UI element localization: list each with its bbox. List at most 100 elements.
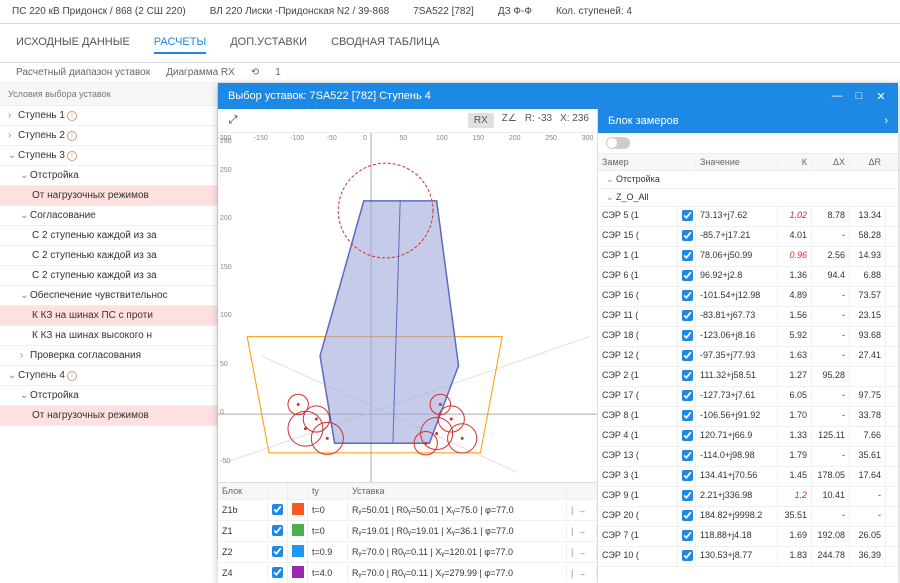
meas-value: 96.92+j2.8: [696, 267, 778, 286]
measurements-title[interactable]: Блок замеров ›: [598, 109, 898, 133]
meas-check[interactable]: [682, 450, 693, 461]
tree-item-10[interactable]: К КЗ на шинах ПС с проти: [0, 306, 217, 326]
meas-check[interactable]: [682, 290, 693, 301]
meas-value: 184.82+j9998.2: [696, 507, 778, 526]
expand-icon[interactable]: ⤢: [226, 114, 240, 128]
tree-item-11[interactable]: К КЗ на шинах высокого н: [0, 326, 217, 346]
meas-check[interactable]: [682, 390, 693, 401]
mode-rx-button[interactable]: RX: [468, 113, 494, 128]
meas-row-15: СЭР 20 (184.82+j9998.235.51--: [598, 507, 898, 527]
chevron-icon: ⌄: [20, 210, 30, 221]
meas-check[interactable]: [682, 310, 693, 321]
tree-item-7[interactable]: С 2 ступенью каждой из за: [0, 246, 217, 266]
meas-check[interactable]: [682, 430, 693, 441]
meas-check[interactable]: [682, 230, 693, 241]
diagram-rx-button[interactable]: Диаграмма RX: [166, 67, 235, 78]
rx-diagram-canvas[interactable]: -200-150-100-50050100150200250300-500501…: [218, 133, 597, 482]
meas-dr: 35.61: [850, 447, 886, 466]
meas-dx: -: [812, 307, 850, 326]
tree-item-6[interactable]: С 2 ступенью каждой из за: [0, 226, 217, 246]
zone-check[interactable]: [272, 504, 283, 515]
action-arrow-icon[interactable]: →: [577, 505, 586, 515]
chevron-icon: ›: [20, 350, 30, 361]
meas-dr: 7.66: [850, 427, 886, 446]
bc-0[interactable]: ПС 220 кВ Придонск / 868 (2 СШ 220): [8, 4, 190, 19]
tab-extra-settings[interactable]: ДОП.УСТАВКИ: [230, 32, 307, 54]
tree-item-14[interactable]: ⌄Отстройка: [0, 386, 217, 406]
sidebar-header: Условия выбора уставок: [0, 83, 217, 106]
tree-item-2[interactable]: ⌄Ступень 3!: [0, 146, 217, 166]
meas-value: -85.7+j17.21: [696, 227, 778, 246]
meas-dr: 13.34: [850, 207, 886, 226]
tree-item-0[interactable]: ›Ступень 1!: [0, 106, 217, 126]
maximize-icon[interactable]: □: [852, 89, 866, 103]
meas-check[interactable]: [682, 270, 693, 281]
zone-name: Z2: [218, 544, 268, 560]
action-arrow-icon[interactable]: →: [577, 568, 586, 578]
action-edit-icon[interactable]: |: [571, 568, 573, 578]
zoom-level: 1: [275, 67, 281, 78]
action-arrow-icon[interactable]: →: [577, 526, 586, 536]
chevron-icon: ⌄: [8, 370, 18, 381]
meas-k: 1.02: [778, 207, 812, 226]
zone-check[interactable]: [272, 546, 283, 557]
meas-check[interactable]: [682, 210, 693, 221]
main-tabs: ИСХОДНЫЕ ДАННЫЕ РАСЧЕТЫ ДОП.УСТАВКИ СВОД…: [0, 24, 900, 63]
meas-dr: 23.15: [850, 307, 886, 326]
tree-item-9[interactable]: ⌄Обеспечение чувствительнос: [0, 286, 217, 306]
calc-range-button[interactable]: Расчетный диапазон уставок: [16, 67, 150, 78]
meas-check[interactable]: [682, 250, 693, 261]
tab-summary-table[interactable]: СВОДНАЯ ТАБЛИЦА: [331, 32, 439, 54]
tree-item-8[interactable]: С 2 ступенью каждой из за: [0, 266, 217, 286]
tree-item-4[interactable]: От нагрузочных режимов: [0, 186, 217, 206]
meas-name: СЭР 1 (1: [598, 247, 678, 266]
chevron-right-icon[interactable]: ›: [884, 115, 888, 127]
bc-3[interactable]: ДЗ Ф-Ф: [494, 4, 536, 19]
action-edit-icon[interactable]: |: [571, 547, 573, 557]
meas-check[interactable]: [682, 370, 693, 381]
zoom-reset-icon[interactable]: ⟲: [251, 67, 259, 78]
meas-check[interactable]: [682, 410, 693, 421]
minimize-icon[interactable]: —: [830, 89, 844, 103]
zone-check[interactable]: [272, 567, 283, 578]
bc-1[interactable]: ВЛ 220 Лиски -Придонская N2 / 39-868: [206, 4, 393, 19]
meas-value: 120.71+j66.9: [696, 427, 778, 446]
tree-item-1[interactable]: ›Ступень 2!: [0, 126, 217, 146]
meas-check[interactable]: [682, 490, 693, 501]
meas-check[interactable]: [682, 550, 693, 561]
tab-calculations[interactable]: РАСЧЕТЫ: [154, 32, 206, 54]
close-icon[interactable]: ✕: [874, 89, 888, 103]
tree-item-3[interactable]: ⌄Отстройка: [0, 166, 217, 186]
measurements-toggle[interactable]: [606, 137, 630, 149]
tree-item-13[interactable]: ⌄Ступень 4!: [0, 366, 217, 386]
meas-name: СЭР 6 (1: [598, 267, 678, 286]
meas-k: 0.96: [778, 247, 812, 266]
meas-check[interactable]: [682, 330, 693, 341]
tree-item-5[interactable]: ⌄Согласование: [0, 206, 217, 226]
meas-check[interactable]: [682, 470, 693, 481]
group-z-o-all[interactable]: ⌄Z_O_All: [598, 189, 898, 207]
meas-check[interactable]: [682, 510, 693, 521]
zone-color-swatch: [292, 503, 304, 515]
meas-dx: -: [812, 287, 850, 306]
tree-item-15[interactable]: От нагрузочных режимов: [0, 406, 217, 426]
zone-color-swatch: [292, 545, 304, 557]
mode-z-button[interactable]: Z∠: [502, 113, 517, 128]
tree-item-12[interactable]: ›Проверка согласования: [0, 346, 217, 366]
meas-k: 5.92: [778, 327, 812, 346]
meas-k: 1.45: [778, 467, 812, 486]
dialog-titlebar[interactable]: Выбор уставок: 7SA522 [782] Ступень 4 — …: [218, 83, 898, 109]
meas-name: СЭР 20 (: [598, 507, 678, 526]
meas-check[interactable]: [682, 530, 693, 541]
bc-2[interactable]: 7SA522 [782]: [409, 4, 478, 19]
meas-check[interactable]: [682, 350, 693, 361]
zone-check[interactable]: [272, 525, 283, 536]
action-edit-icon[interactable]: |: [571, 505, 573, 515]
meas-dr: 73.57: [850, 287, 886, 306]
group-otstroyka[interactable]: ⌄Отстройка: [598, 171, 898, 189]
tab-source-data[interactable]: ИСХОДНЫЕ ДАННЫЕ: [16, 32, 130, 54]
meas-k: 4.89: [778, 287, 812, 306]
action-arrow-icon[interactable]: →: [577, 547, 586, 557]
meas-row-1: СЭР 15 (-85.7+j17.214.01-58.28: [598, 227, 898, 247]
action-edit-icon[interactable]: |: [571, 526, 573, 536]
